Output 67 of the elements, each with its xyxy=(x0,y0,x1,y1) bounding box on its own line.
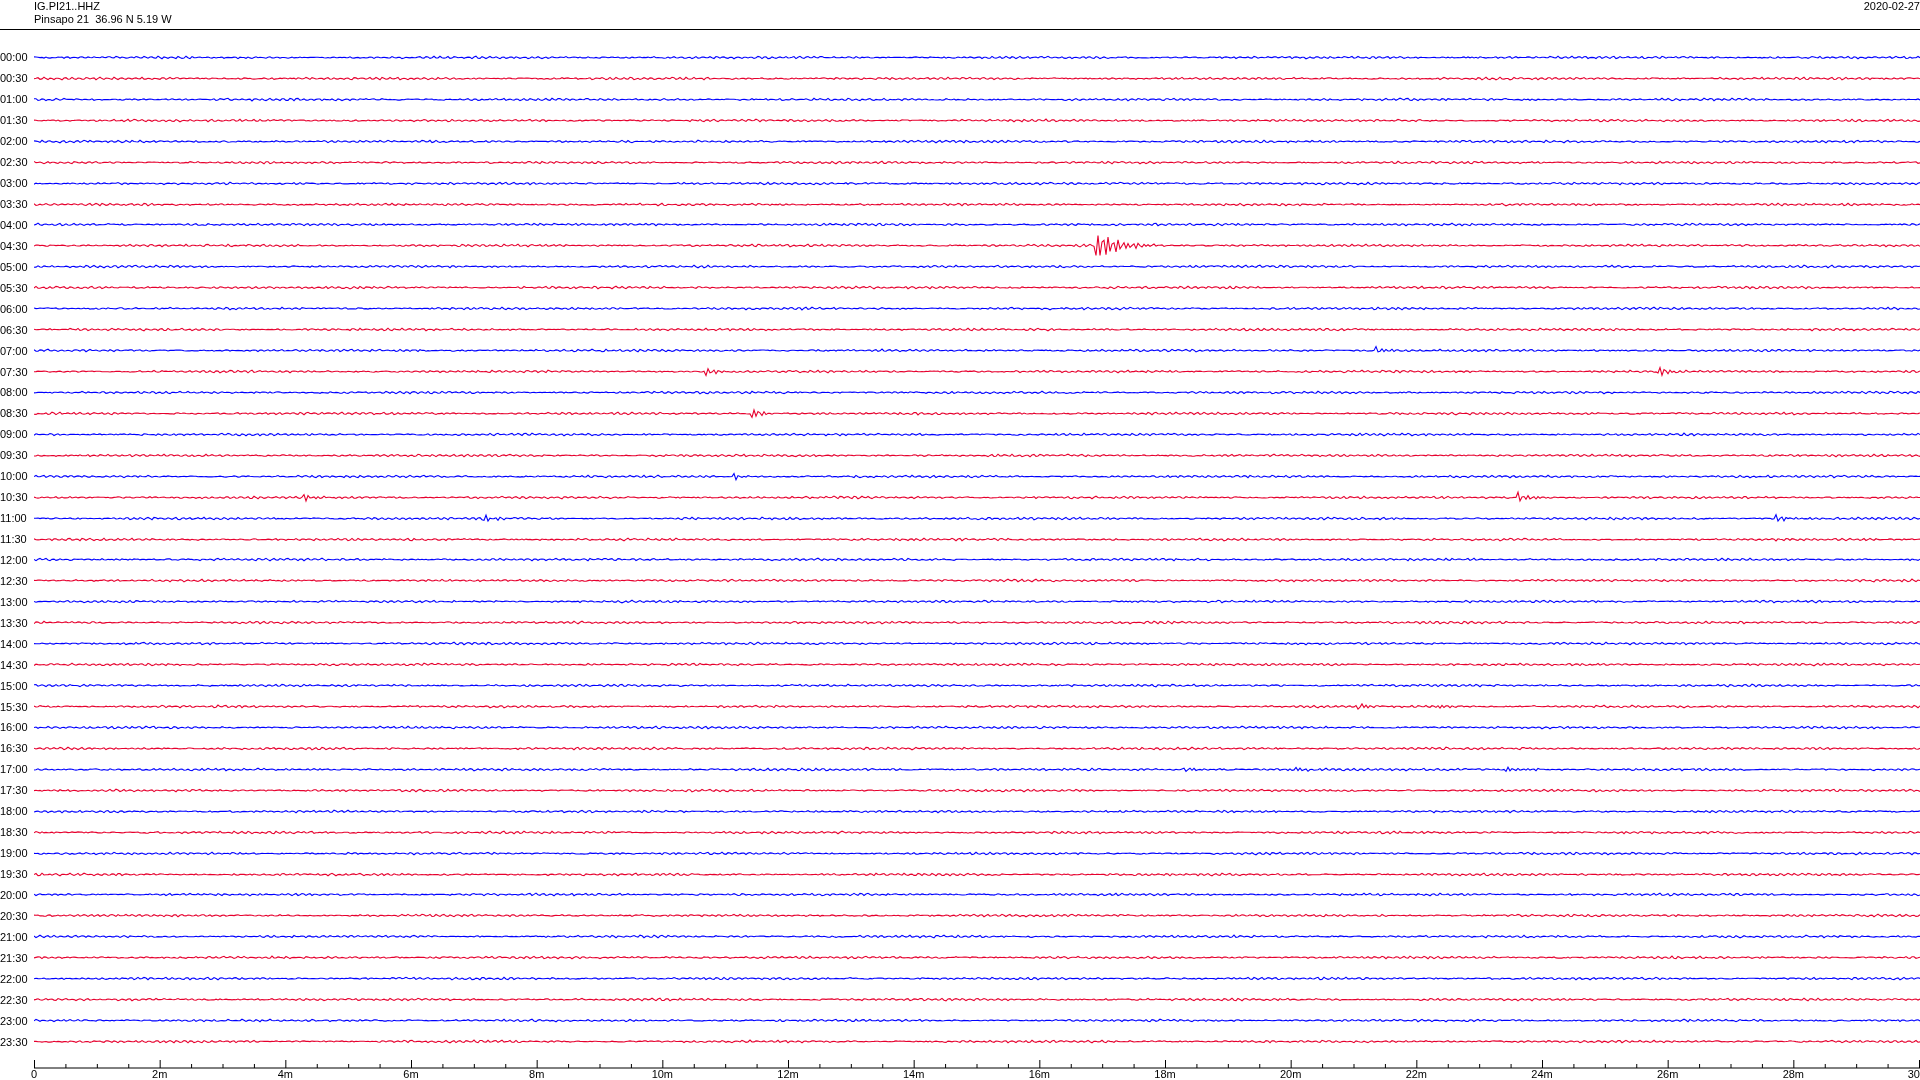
row-time-label: 20:30 xyxy=(0,909,29,922)
row-time-label: 13:30 xyxy=(0,616,29,629)
row-time-label: 20:00 xyxy=(0,888,29,901)
row-time-label: 11:00 xyxy=(0,512,28,525)
row-time-label: 10:30 xyxy=(0,491,29,504)
row-time-label: 00:00 xyxy=(0,51,29,64)
axis-tick-label: 22m xyxy=(1405,1069,1428,1080)
row-time-label: 08:00 xyxy=(0,386,29,399)
row-time-label: 03:30 xyxy=(0,198,29,211)
row-time-label: 08:30 xyxy=(0,407,29,420)
row-time-label: 18:30 xyxy=(0,826,29,839)
row-time-label: 16:00 xyxy=(0,721,29,734)
row-time-label: 07:00 xyxy=(0,344,29,357)
row-time-label: 21:00 xyxy=(0,930,29,943)
row-time-label: 19:00 xyxy=(0,847,29,860)
axis-tick-label: 12m xyxy=(777,1069,799,1080)
row-time-label: 04:30 xyxy=(0,239,29,252)
row-time-label: 17:00 xyxy=(0,763,29,776)
row-time-label: 09:00 xyxy=(0,428,29,441)
axis-tick-label: 20m xyxy=(1279,1069,1302,1080)
axis-tick-label: 4m xyxy=(277,1069,293,1080)
axis-tick-label: 28m xyxy=(1782,1069,1805,1080)
axis-tick-label: 14m xyxy=(902,1069,925,1080)
row-time-label: 05:00 xyxy=(0,260,29,273)
axis-tick-label: 6m xyxy=(403,1069,419,1080)
axis-tick-label: 26m xyxy=(1656,1069,1679,1080)
row-time-label: 00:30 xyxy=(0,72,29,85)
row-time-label: 21:30 xyxy=(0,951,29,964)
row-time-label: 07:30 xyxy=(0,365,29,378)
axis-tick-label: 2m xyxy=(152,1069,168,1080)
row-time-label: 14:30 xyxy=(0,658,29,671)
axis-tick-label: 24m xyxy=(1531,1069,1553,1080)
row-time-label: 12:30 xyxy=(0,574,29,587)
row-time-label: 13:00 xyxy=(0,595,29,608)
row-time-label: 03:00 xyxy=(0,177,29,190)
row-time-label: 22:30 xyxy=(0,993,29,1006)
axis-tick-label: 8m xyxy=(529,1069,545,1080)
row-time-label: 02:30 xyxy=(0,156,29,169)
row-time-label: 05:30 xyxy=(0,281,29,294)
channel-code: IG.PI21..HHZ xyxy=(34,0,102,13)
row-time-label: 17:30 xyxy=(0,784,29,797)
row-time-label: 10:00 xyxy=(0,470,29,483)
row-time-label: 15:00 xyxy=(0,679,29,692)
row-time-label: 15:30 xyxy=(0,700,29,713)
row-time-label: 18:00 xyxy=(0,805,29,818)
row-time-label: 23:00 xyxy=(0,1014,29,1027)
axis-tick-label: 0 xyxy=(31,1069,38,1080)
row-time-label: 09:30 xyxy=(0,449,29,462)
axis-tick-label: 10m xyxy=(651,1069,674,1080)
row-time-label: 14:00 xyxy=(0,637,29,650)
row-time-label: 11:30 xyxy=(0,533,28,546)
row-time-label: 01:00 xyxy=(0,93,29,106)
date-label: 2020-02-27 xyxy=(1863,0,1920,13)
row-time-label: 23:30 xyxy=(0,1035,29,1048)
axis-tick-label: 30 xyxy=(1907,1069,1920,1080)
row-time-label: 19:30 xyxy=(0,868,29,881)
row-time-label: 06:00 xyxy=(0,302,29,315)
axis-tick-label: 18m xyxy=(1154,1069,1176,1080)
row-time-label: 16:30 xyxy=(0,742,29,755)
axis-tick-label: 16m xyxy=(1028,1069,1051,1080)
row-time-label: 22:00 xyxy=(0,972,29,985)
row-time-label: 02:00 xyxy=(0,135,29,148)
row-time-label: 12:00 xyxy=(0,553,29,566)
row-time-label: 04:00 xyxy=(0,218,29,231)
station-info: Pinsapo 21 36.96 N 5.19 W xyxy=(34,13,172,26)
row-time-label: 01:30 xyxy=(0,114,29,127)
row-time-label: 06:30 xyxy=(0,323,29,336)
